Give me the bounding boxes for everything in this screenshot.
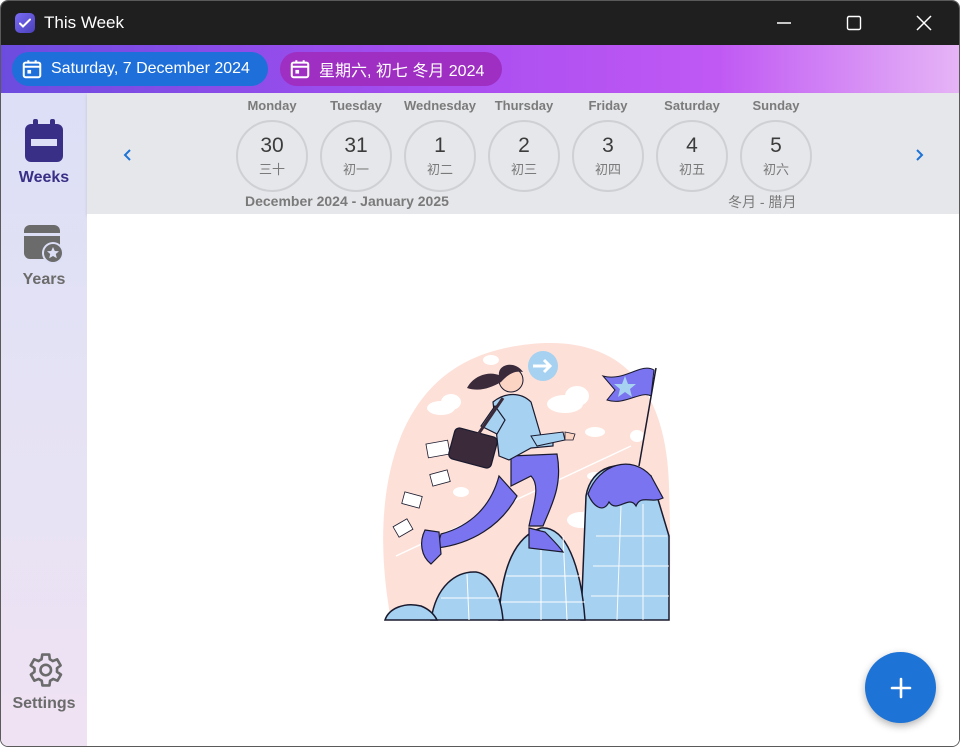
calendar-star-icon [24,225,64,264]
chevron-right-icon [916,149,924,161]
sidebar-item-label: Weeks [18,169,70,186]
day-thursday[interactable]: Thursday 2 初三 [486,98,562,192]
day-circle: 2 初三 [488,120,560,192]
sidebar-item-label: Years [22,271,66,288]
minimize-icon [777,22,791,24]
sidebar: Weeks Years Settings [1,93,87,746]
day-saturday[interactable]: Saturday 4 初五 [654,98,730,192]
date-header: Saturday, 7 December 2024 星期六, 初七 冬月 202… [1,45,959,93]
day-number: 4 [686,133,698,157]
day-circle: 1 初二 [404,120,476,192]
day-lunar: 初四 [594,161,621,177]
day-lunar: 初六 [762,161,789,177]
day-friday[interactable]: Friday 3 初四 [570,98,646,192]
day-number: 1 [434,133,446,157]
lunar-date-text: 星期六, 初七 冬月 2024 [319,63,485,80]
plus-icon [890,677,911,698]
month-range: December 2024 - January 2025 [245,193,449,209]
day-lunar: 初二 [426,161,453,177]
calendar-icon [25,119,63,162]
window-title: This Week [44,13,124,32]
title-bar[interactable]: This Week [1,1,959,45]
day-name: Saturday [664,98,720,113]
day-lunar: 三十 [258,161,285,177]
day-lunar: 初三 [510,161,537,177]
day-number: 31 [344,133,368,157]
day-number: 30 [260,133,284,157]
lunar-month-range: 冬月 - 腊月 [728,194,797,210]
sidebar-item-settings[interactable]: Settings [1,649,87,713]
previous-week-button[interactable] [116,143,140,167]
day-tuesday[interactable]: Tuesday 31 初一 [318,98,394,192]
check-calendar-icon [15,13,35,33]
day-name: Monday [247,98,297,113]
next-week-button[interactable] [907,143,931,167]
calendar-icon [22,60,42,79]
day-monday[interactable]: Monday 30 三十 [234,98,310,192]
add-button[interactable] [865,652,936,723]
day-lunar: 初五 [678,161,705,177]
day-name: Wednesday [403,98,476,113]
week-strip: Monday 30 三十 Tuesday 31 初一 Wednesday 1 初… [87,93,959,214]
maximize-button[interactable] [819,1,889,45]
mountain-climber-illustration [383,343,671,621]
day-name: Friday [588,98,628,113]
day-sunday[interactable]: Sunday 5 初六 [738,98,814,192]
close-button[interactable] [889,1,959,45]
day-name: Tuesday [330,98,382,113]
day-circle: 5 初六 [740,120,812,192]
sidebar-item-label: Settings [12,695,76,712]
day-name: Sunday [752,98,800,113]
main-content [87,214,959,746]
day-number: 5 [770,133,782,157]
sidebar-item-years[interactable]: Years [1,223,87,289]
day-circle: 30 三十 [236,120,308,192]
sidebar-item-weeks[interactable]: Weeks [1,119,87,187]
maximize-icon [846,15,862,31]
day-number: 2 [518,133,530,157]
gregorian-date-text: Saturday, 7 December 2024 [51,60,250,77]
day-circle: 3 初四 [572,120,644,192]
minimize-button[interactable] [749,1,819,45]
app-window: This Week Saturday, 7 December 2024 星期六,… [0,0,960,747]
lunar-date-chip[interactable]: 星期六, 初七 冬月 2024 [280,52,502,86]
day-circle: 31 初一 [320,120,392,192]
calendar-icon [290,60,310,79]
chevron-left-icon [123,149,131,161]
day-lunar: 初一 [342,161,369,177]
gear-icon [29,653,63,687]
day-name: Thursday [494,98,554,113]
close-icon [916,15,932,31]
day-number: 3 [602,133,614,157]
day-wednesday[interactable]: Wednesday 1 初二 [402,98,478,192]
day-circle: 4 初五 [656,120,728,192]
gregorian-date-chip[interactable]: Saturday, 7 December 2024 [12,52,268,86]
